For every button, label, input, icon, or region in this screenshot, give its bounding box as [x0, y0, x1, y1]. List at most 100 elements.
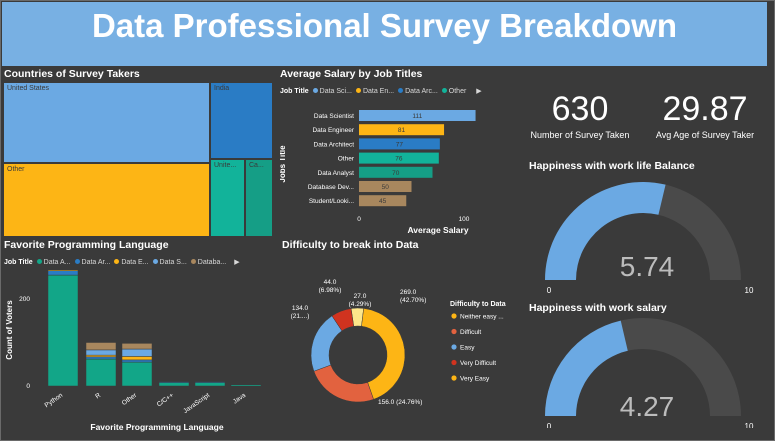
salary-category-label: Data Architect — [314, 141, 355, 148]
donut-data-label: 27.0 — [354, 293, 367, 300]
tile-canada[interactable]: Ca... — [245, 159, 273, 237]
legend-text: Data Ar... — [81, 258, 111, 266]
tile-label: Unite... — [214, 162, 237, 169]
languages-chart-title: Favorite Programming Language — [4, 239, 169, 251]
donut-legend-dot — [451, 344, 457, 350]
languages-x-tick: Other — [121, 391, 139, 407]
donut-data-label: (42.70%) — [400, 297, 426, 304]
language-bar-segment[interactable] — [121, 348, 153, 357]
language-bar-segment[interactable] — [121, 361, 153, 387]
tile-india[interactable]: India — [210, 82, 273, 159]
language-bar-segment[interactable] — [158, 382, 190, 387]
gauge-min-label: 0 — [547, 422, 552, 428]
tile-label: Ca... — [249, 162, 264, 169]
legend-dot — [398, 88, 404, 94]
gauge-max-label: 10 — [745, 422, 754, 428]
salary-category-label: Other — [338, 156, 355, 163]
legend-item[interactable]: Data Arc... — [398, 88, 438, 95]
languages-x-tick: R — [94, 392, 102, 401]
languages-x-tick: JavaScript — [182, 392, 211, 415]
legend-dot — [74, 259, 80, 265]
salary-y-axis-title: Jobs Title — [280, 145, 287, 183]
language-bar-segment[interactable] — [121, 359, 153, 363]
languages-legend: Job Title Data A... Data Ar... Data E...… — [4, 258, 240, 267]
language-bar-segment[interactable] — [85, 354, 117, 358]
salary-chart-title: Average Salary by Job Titles — [280, 68, 423, 80]
legend-text: Data Sci... — [319, 87, 352, 95]
gauge-work-salary: 4.27 0 10 — [545, 318, 754, 428]
language-bar-segment[interactable] — [85, 358, 117, 387]
legend-item[interactable]: Databa... — [190, 258, 227, 266]
gauge-min-label: 0 — [547, 286, 552, 295]
treemap-title: Countries of Survey Takers — [4, 68, 140, 80]
survey-count-value: 630 — [551, 90, 609, 128]
languages-x-axis-title: Favorite Programming Language — [90, 422, 223, 432]
language-bar-segment[interactable] — [47, 274, 79, 387]
gauge-fill — [545, 320, 628, 416]
legend-next-arrow-icon[interactable]: ▶ — [234, 258, 239, 266]
language-bar-segment[interactable] — [121, 343, 153, 350]
languages-y-axis-title: Count of Voters — [5, 300, 14, 360]
legend-dot — [312, 88, 318, 94]
donut-legend-text: Very Difficult — [460, 360, 496, 367]
donut-legend-dot — [451, 313, 457, 319]
salary-data-label: 77 — [396, 141, 404, 148]
legend-text: Data S... — [159, 258, 187, 266]
legend-text: Databa... — [197, 258, 227, 266]
tile-label: United States — [7, 85, 50, 92]
donut-legend-dot — [451, 359, 457, 366]
legend-text: Data A... — [43, 258, 71, 266]
donut-legend-text: Difficult — [460, 329, 481, 336]
languages-stacked-bar-chart: Count of Voters0200400PythonROtherC/C++J… — [5, 270, 262, 432]
language-bar-segment[interactable] — [85, 349, 117, 356]
legend-dot — [441, 88, 447, 94]
donut-legend-text: Very Easy — [460, 376, 490, 383]
donut-legend-title: Difficulty to Data — [450, 301, 506, 308]
language-bar-segment[interactable] — [121, 356, 153, 361]
salary-data-label: 76 — [395, 156, 403, 163]
salary-category-label: Student/Looki... — [309, 198, 354, 205]
language-bar-segment[interactable] — [47, 270, 79, 271]
donut-legend-text: Neither easy ... — [460, 314, 504, 321]
legend-next-arrow-icon[interactable]: ▶ — [476, 87, 481, 95]
language-bar-segment[interactable] — [194, 381, 226, 383]
legend-item[interactable]: Data A... — [36, 258, 71, 266]
legend-dot — [114, 259, 120, 265]
legend-item[interactable]: Data Ar... — [74, 258, 111, 266]
language-bar-segment[interactable] — [47, 270, 79, 276]
legend-item[interactable]: Data Sci... — [312, 87, 352, 95]
gauge-max-label: 10 — [745, 286, 754, 295]
donut-data-label: 156.0 (24.76%) — [378, 399, 422, 406]
legend-dot — [190, 259, 196, 265]
tile-united-states[interactable]: United States — [3, 82, 210, 163]
legend-text: Data En... — [362, 87, 395, 95]
tile-label: India — [214, 85, 230, 92]
legend-dot — [36, 259, 42, 265]
salary-bar-chart: Jobs Title Data Scientist 111 Data Engineer… — [280, 110, 476, 235]
donut-slice[interactable] — [313, 364, 374, 403]
salary-x-tick: 0 — [357, 216, 361, 223]
legend-item[interactable]: Other — [441, 88, 466, 95]
tile-other[interactable]: Other — [3, 163, 210, 237]
languages-legend-label: Job Title — [4, 258, 33, 266]
salary-category-label: Data Engineer — [312, 127, 354, 134]
language-bar-segment[interactable] — [85, 342, 117, 351]
donut-legend-dot — [451, 328, 457, 335]
legend-item[interactable]: Data E... — [114, 258, 149, 266]
language-bar-segment[interactable] — [194, 382, 226, 387]
salary-data-label: 50 — [382, 184, 390, 191]
donut-data-label: (4.29%) — [349, 301, 372, 308]
salary-data-label: 45 — [379, 198, 387, 205]
language-bar-segment[interactable] — [158, 381, 190, 383]
legend-item[interactable]: Data En... — [355, 87, 395, 95]
dashboard-title: Data Professional Survey Breakdown — [2, 2, 767, 66]
gauge-value: 4.27 — [620, 391, 675, 422]
difficulty-donut-chart: 44.0(6.98%) 27.0(4.29%) 269.0(42.70%) 134.0… — [291, 279, 506, 406]
difficulty-chart-title: Difficulty to break into Data — [282, 239, 419, 251]
legend-item[interactable]: Data S... — [152, 258, 187, 266]
donut-data-label: (6.98%) — [319, 287, 342, 294]
tile-united-kingdom[interactable]: Unite... — [210, 159, 245, 237]
salary-legend: Job Title Data Sci... Data En... Data Ar… — [280, 87, 482, 96]
language-bar-segment[interactable] — [85, 356, 117, 360]
legend-text: Data E... — [121, 258, 149, 266]
